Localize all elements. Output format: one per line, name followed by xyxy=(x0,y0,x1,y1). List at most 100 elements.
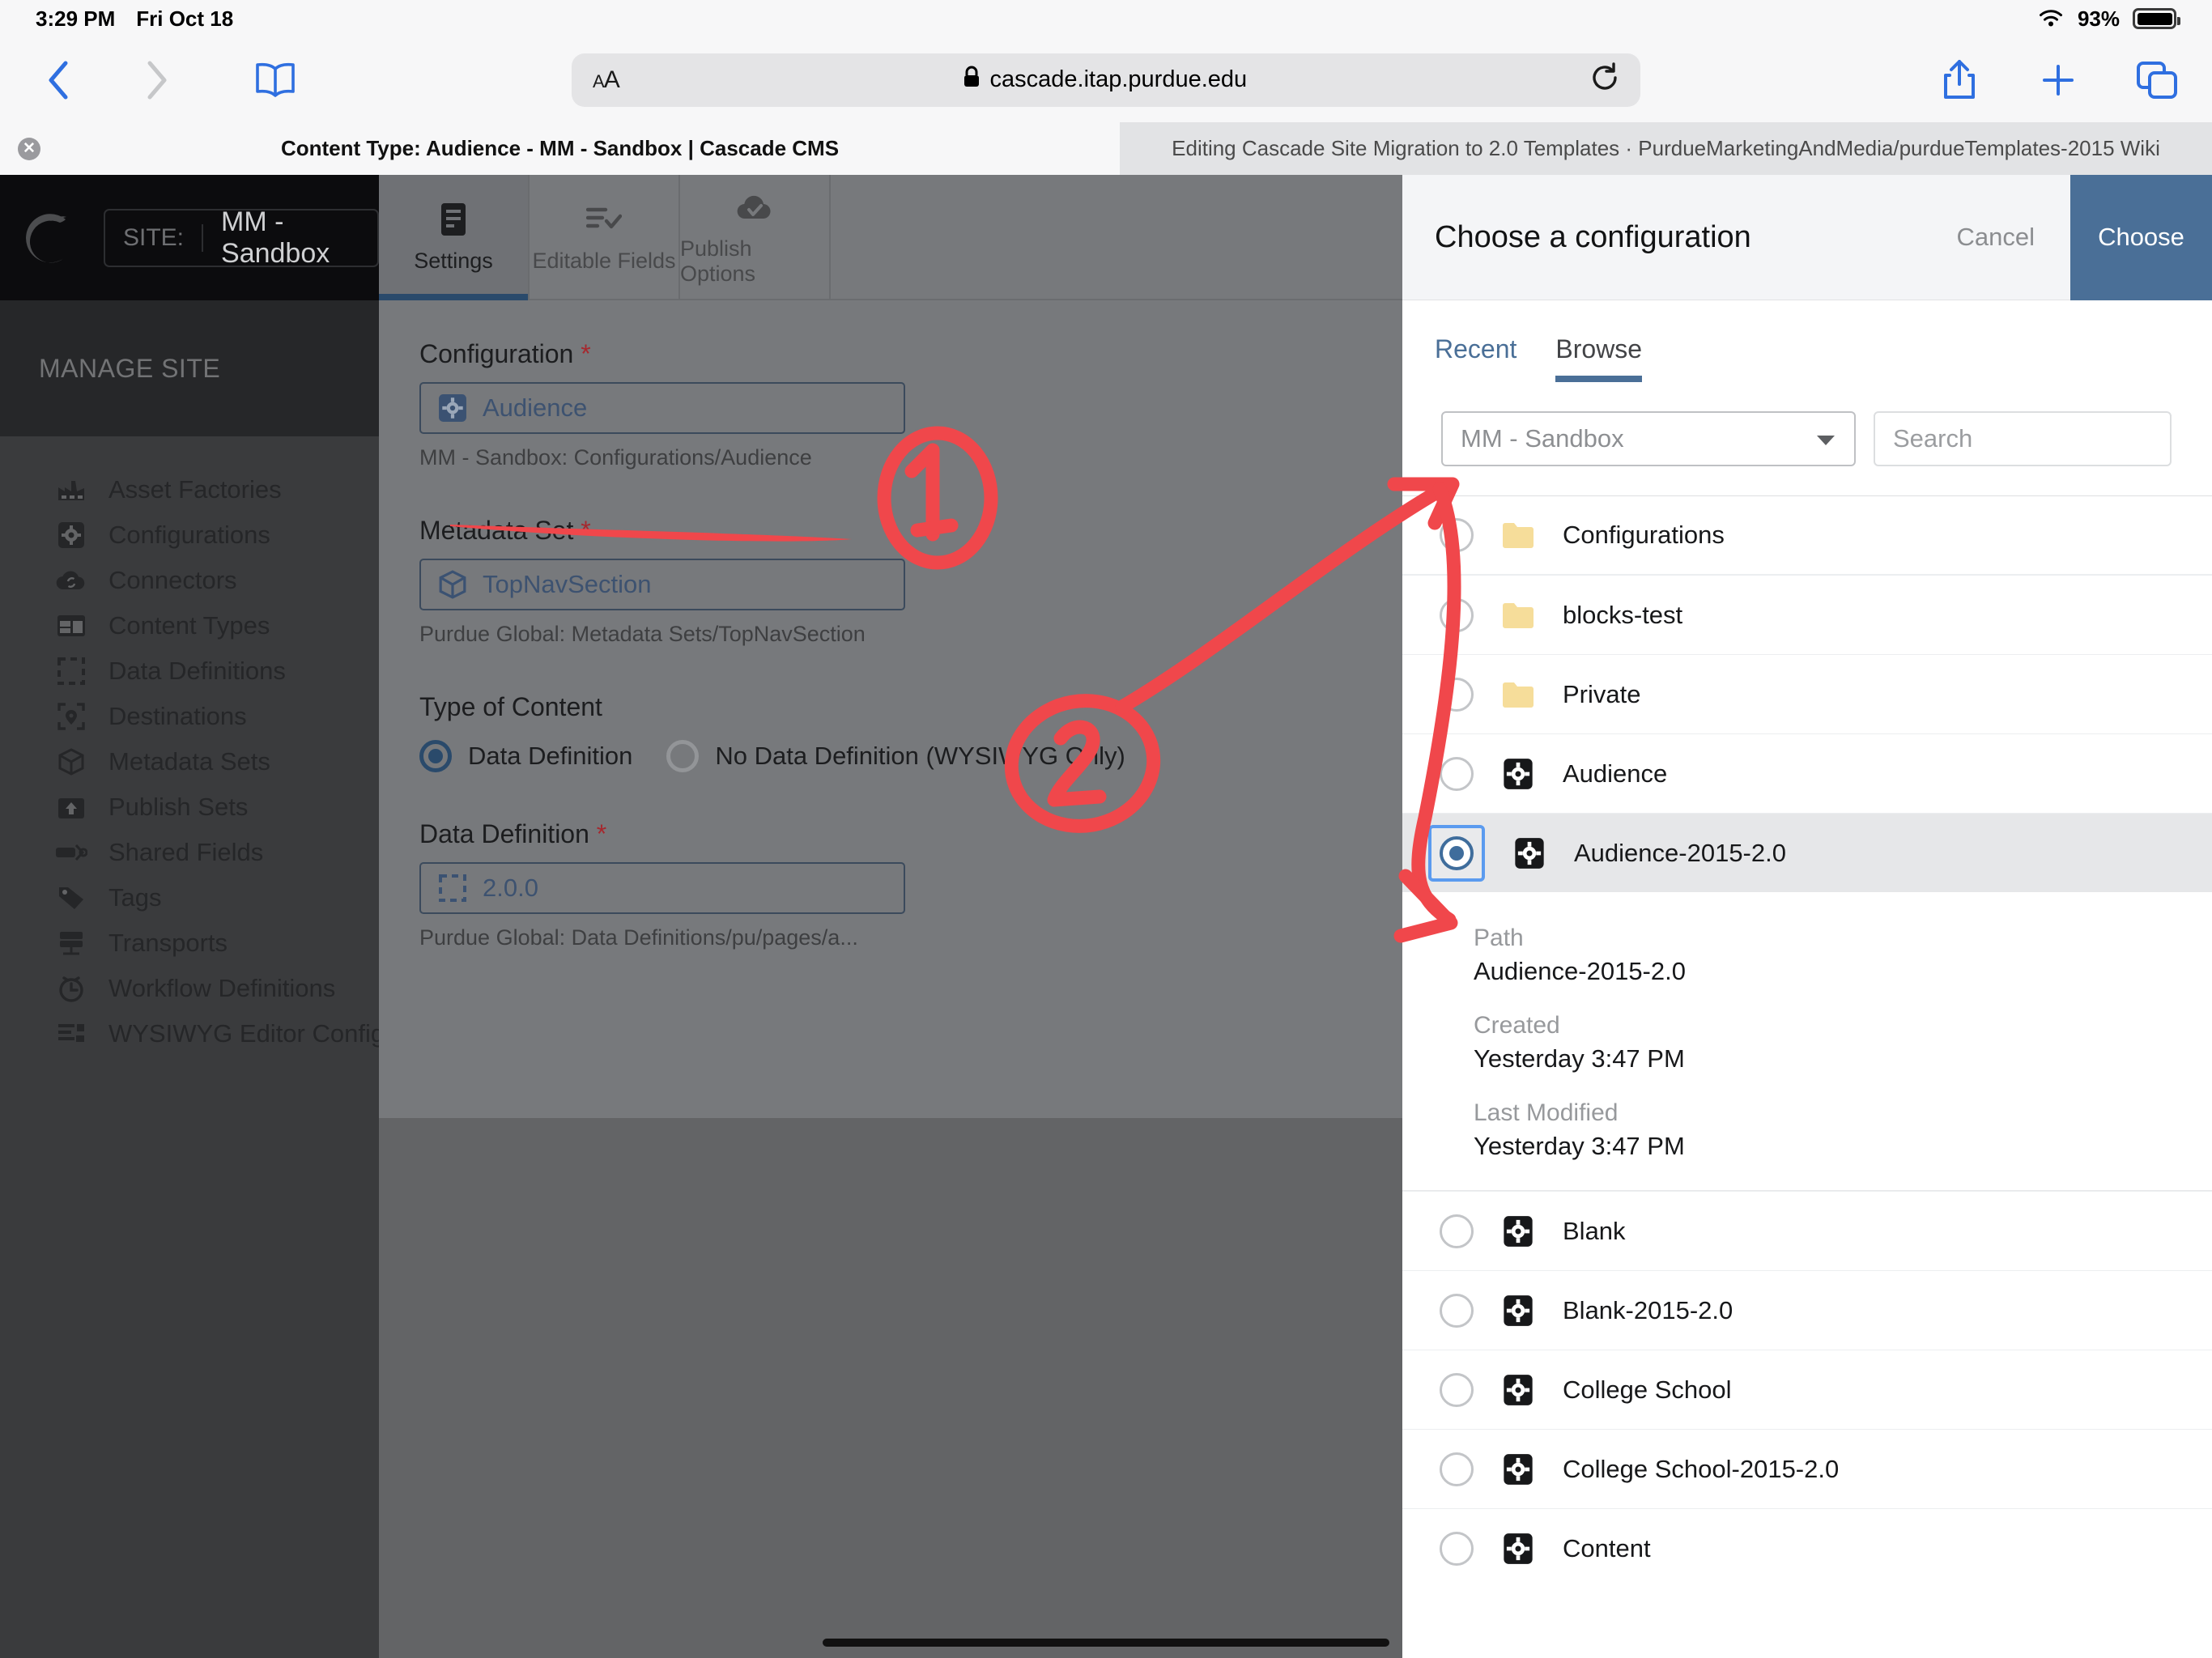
settings-form: Configuration * Audience MM - Sandbox: C… xyxy=(419,339,1363,1060)
tab-label: Publish Options xyxy=(680,236,756,286)
cms-nav-list: Asset Factories Configurations Connector… xyxy=(0,436,379,1056)
field-label: Data Definition * xyxy=(419,819,1363,849)
configuration-hint: MM - Sandbox: Configurations/Audience xyxy=(419,445,812,470)
address-bar[interactable]: AAAA cascade.itap.purdue.edu xyxy=(572,53,1640,107)
list-item-label: Blank-2015-2.0 xyxy=(1563,1295,1733,1324)
url-text: cascade.itap.purdue.edu xyxy=(989,66,1248,92)
tab-browse[interactable]: Browse xyxy=(1555,334,1642,382)
browser-tab-active[interactable]: ✕ Content Type: Audience - MM - Sandbox … xyxy=(0,122,1120,175)
forward-chevron-icon xyxy=(134,57,180,103)
document-lines-icon xyxy=(437,202,470,237)
list-item[interactable]: blocks-test xyxy=(1402,575,2212,654)
choose-button[interactable]: Choose xyxy=(2070,174,2212,300)
list-item[interactable]: Audience xyxy=(1402,733,2212,813)
sidebar-item-tags[interactable]: Tags xyxy=(0,875,379,920)
dashed-square-icon xyxy=(55,655,87,687)
metadata-set-hint: Purdue Global: Metadata Sets/TopNavSecti… xyxy=(419,622,866,646)
radio-icon[interactable] xyxy=(666,740,700,772)
close-icon[interactable]: ✕ xyxy=(18,137,40,160)
list-item-label: Configurations xyxy=(1563,521,1725,549)
field-metadata-set: Metadata Set * TopNavSection Purdue Glob… xyxy=(419,516,1363,647)
asset-details: Path Audience-2015-2.0 Created Yesterday… xyxy=(1402,892,2212,1191)
row-radio[interactable] xyxy=(1440,756,1474,791)
shared-fields-icon xyxy=(55,836,87,869)
tab-editable-fields[interactable]: Editable Fields xyxy=(530,175,680,300)
row-radio[interactable] xyxy=(1440,518,1474,552)
sidebar-item-metadata-sets[interactable]: Metadata Sets xyxy=(0,739,379,784)
created-label: Created xyxy=(1474,1012,1560,1039)
required-asterisk: * xyxy=(581,339,591,368)
configuration-value: Audience xyxy=(483,393,588,422)
field-data-definition: Data Definition * 2.0.0 Purdue Global: D… xyxy=(419,819,1363,950)
list-item-label: Private xyxy=(1563,679,1641,708)
row-radio-focus-ring[interactable] xyxy=(1428,824,1485,882)
sidebar-item-asset-factories[interactable]: Asset Factories xyxy=(0,467,379,512)
sidebar-item-transports[interactable]: Transports xyxy=(0,920,379,966)
list-item[interactable]: Private xyxy=(1402,654,2212,733)
metadata-set-chooser[interactable]: TopNavSection xyxy=(419,559,905,610)
sidebar-item-destinations[interactable]: Destinations xyxy=(0,694,379,739)
browser-tab-inactive[interactable]: Editing Cascade Site Migration to 2.0 Te… xyxy=(1120,122,2212,175)
tab-publish-options[interactable]: Publish Options xyxy=(680,175,831,300)
sidebar-item-content-types[interactable]: Content Types xyxy=(0,603,379,648)
list-item-selected[interactable]: Audience-2015-2.0 xyxy=(1402,813,2212,892)
field-label-text: Data Definition xyxy=(419,819,589,848)
list-item-label: Audience-2015-2.0 xyxy=(1574,838,1786,867)
search-input[interactable]: Search xyxy=(1874,411,2172,466)
list-item[interactable]: Configurations xyxy=(1402,495,2212,575)
reload-icon[interactable] xyxy=(1590,62,1619,97)
cancel-button[interactable]: Cancel xyxy=(1921,223,2071,252)
status-date: Fri Oct 18 xyxy=(136,6,234,31)
config-gear-icon xyxy=(1501,1294,1535,1328)
sidebar-item-workflow-definitions[interactable]: Workflow Definitions xyxy=(0,966,379,1011)
sidebar-item-data-definitions[interactable]: Data Definitions xyxy=(0,648,379,694)
row-radio[interactable] xyxy=(1440,1372,1474,1407)
cascade-moon-logo-icon xyxy=(21,208,81,268)
site-selector[interactable]: SITE: MM - Sandbox xyxy=(104,206,379,269)
sidebar-item-publish-sets[interactable]: Publish Sets xyxy=(0,784,379,830)
sidebar-item-label: Metadata Sets xyxy=(108,747,270,776)
row-radio[interactable] xyxy=(1440,1293,1474,1328)
tab-settings[interactable]: Settings xyxy=(379,175,530,300)
row-radio[interactable] xyxy=(1440,597,1474,632)
field-label-text: Configuration xyxy=(419,339,574,368)
clock-icon xyxy=(55,972,87,1005)
sidebar-item-wysiwyg-editor-configurations[interactable]: WYSIWYG Editor Configura xyxy=(0,1011,379,1056)
row-radio[interactable] xyxy=(1440,677,1474,712)
row-radio[interactable] xyxy=(1440,1531,1474,1566)
config-gear-icon xyxy=(1501,1214,1535,1248)
list-item[interactable]: Content xyxy=(1402,1508,2212,1588)
modal-title: Choose a configuration xyxy=(1435,219,1751,254)
choose-configuration-modal: Choose a configuration Cancel Choose Rec… xyxy=(1402,174,2212,1658)
dashed-square-icon xyxy=(437,873,468,903)
row-radio[interactable] xyxy=(1440,1452,1474,1486)
url-display[interactable]: cascade.itap.purdue.edu xyxy=(619,66,1590,95)
book-icon[interactable] xyxy=(253,57,298,103)
radio-icon[interactable] xyxy=(419,740,452,772)
config-gear-icon xyxy=(1501,1452,1535,1486)
row-radio[interactable] xyxy=(1440,1214,1474,1248)
page-settings-button[interactable]: AAAA xyxy=(593,66,620,94)
list-item[interactable]: College School xyxy=(1402,1350,2212,1429)
plus-icon[interactable] xyxy=(2035,57,2081,103)
list-item[interactable]: Blank xyxy=(1402,1191,2212,1270)
content-type-card: Settings Editable Fields Publish Options… xyxy=(379,175,1402,1118)
configuration-chooser[interactable]: Audience xyxy=(419,382,905,434)
share-icon[interactable] xyxy=(1937,57,1982,103)
row-radio[interactable] xyxy=(1440,835,1474,870)
back-chevron-icon[interactable] xyxy=(36,57,81,103)
sidebar-item-connectors[interactable]: Connectors xyxy=(0,558,379,603)
site-select[interactable]: MM - Sandbox xyxy=(1441,411,1856,466)
data-definition-chooser[interactable]: 2.0.0 xyxy=(419,862,905,914)
radio-option-no-data-definition[interactable]: No Data Definition (WYSIWYG Only) xyxy=(666,740,1125,772)
sidebar-item-configurations[interactable]: Configurations xyxy=(0,512,379,558)
list-item[interactable]: College School-2015-2.0 xyxy=(1402,1429,2212,1508)
radio-option-data-definition[interactable]: Data Definition xyxy=(419,740,632,772)
list-item[interactable]: Blank-2015-2.0 xyxy=(1402,1270,2212,1350)
modal-filter-row: MM - Sandbox Search xyxy=(1402,382,2212,466)
tab-overview-icon[interactable] xyxy=(2134,57,2180,103)
gear-square-icon xyxy=(55,519,87,551)
tab-recent[interactable]: Recent xyxy=(1435,334,1541,382)
browser-tab-title: Editing Cascade Site Migration to 2.0 Te… xyxy=(1172,136,2160,160)
sidebar-item-shared-fields[interactable]: Shared Fields xyxy=(0,830,379,875)
